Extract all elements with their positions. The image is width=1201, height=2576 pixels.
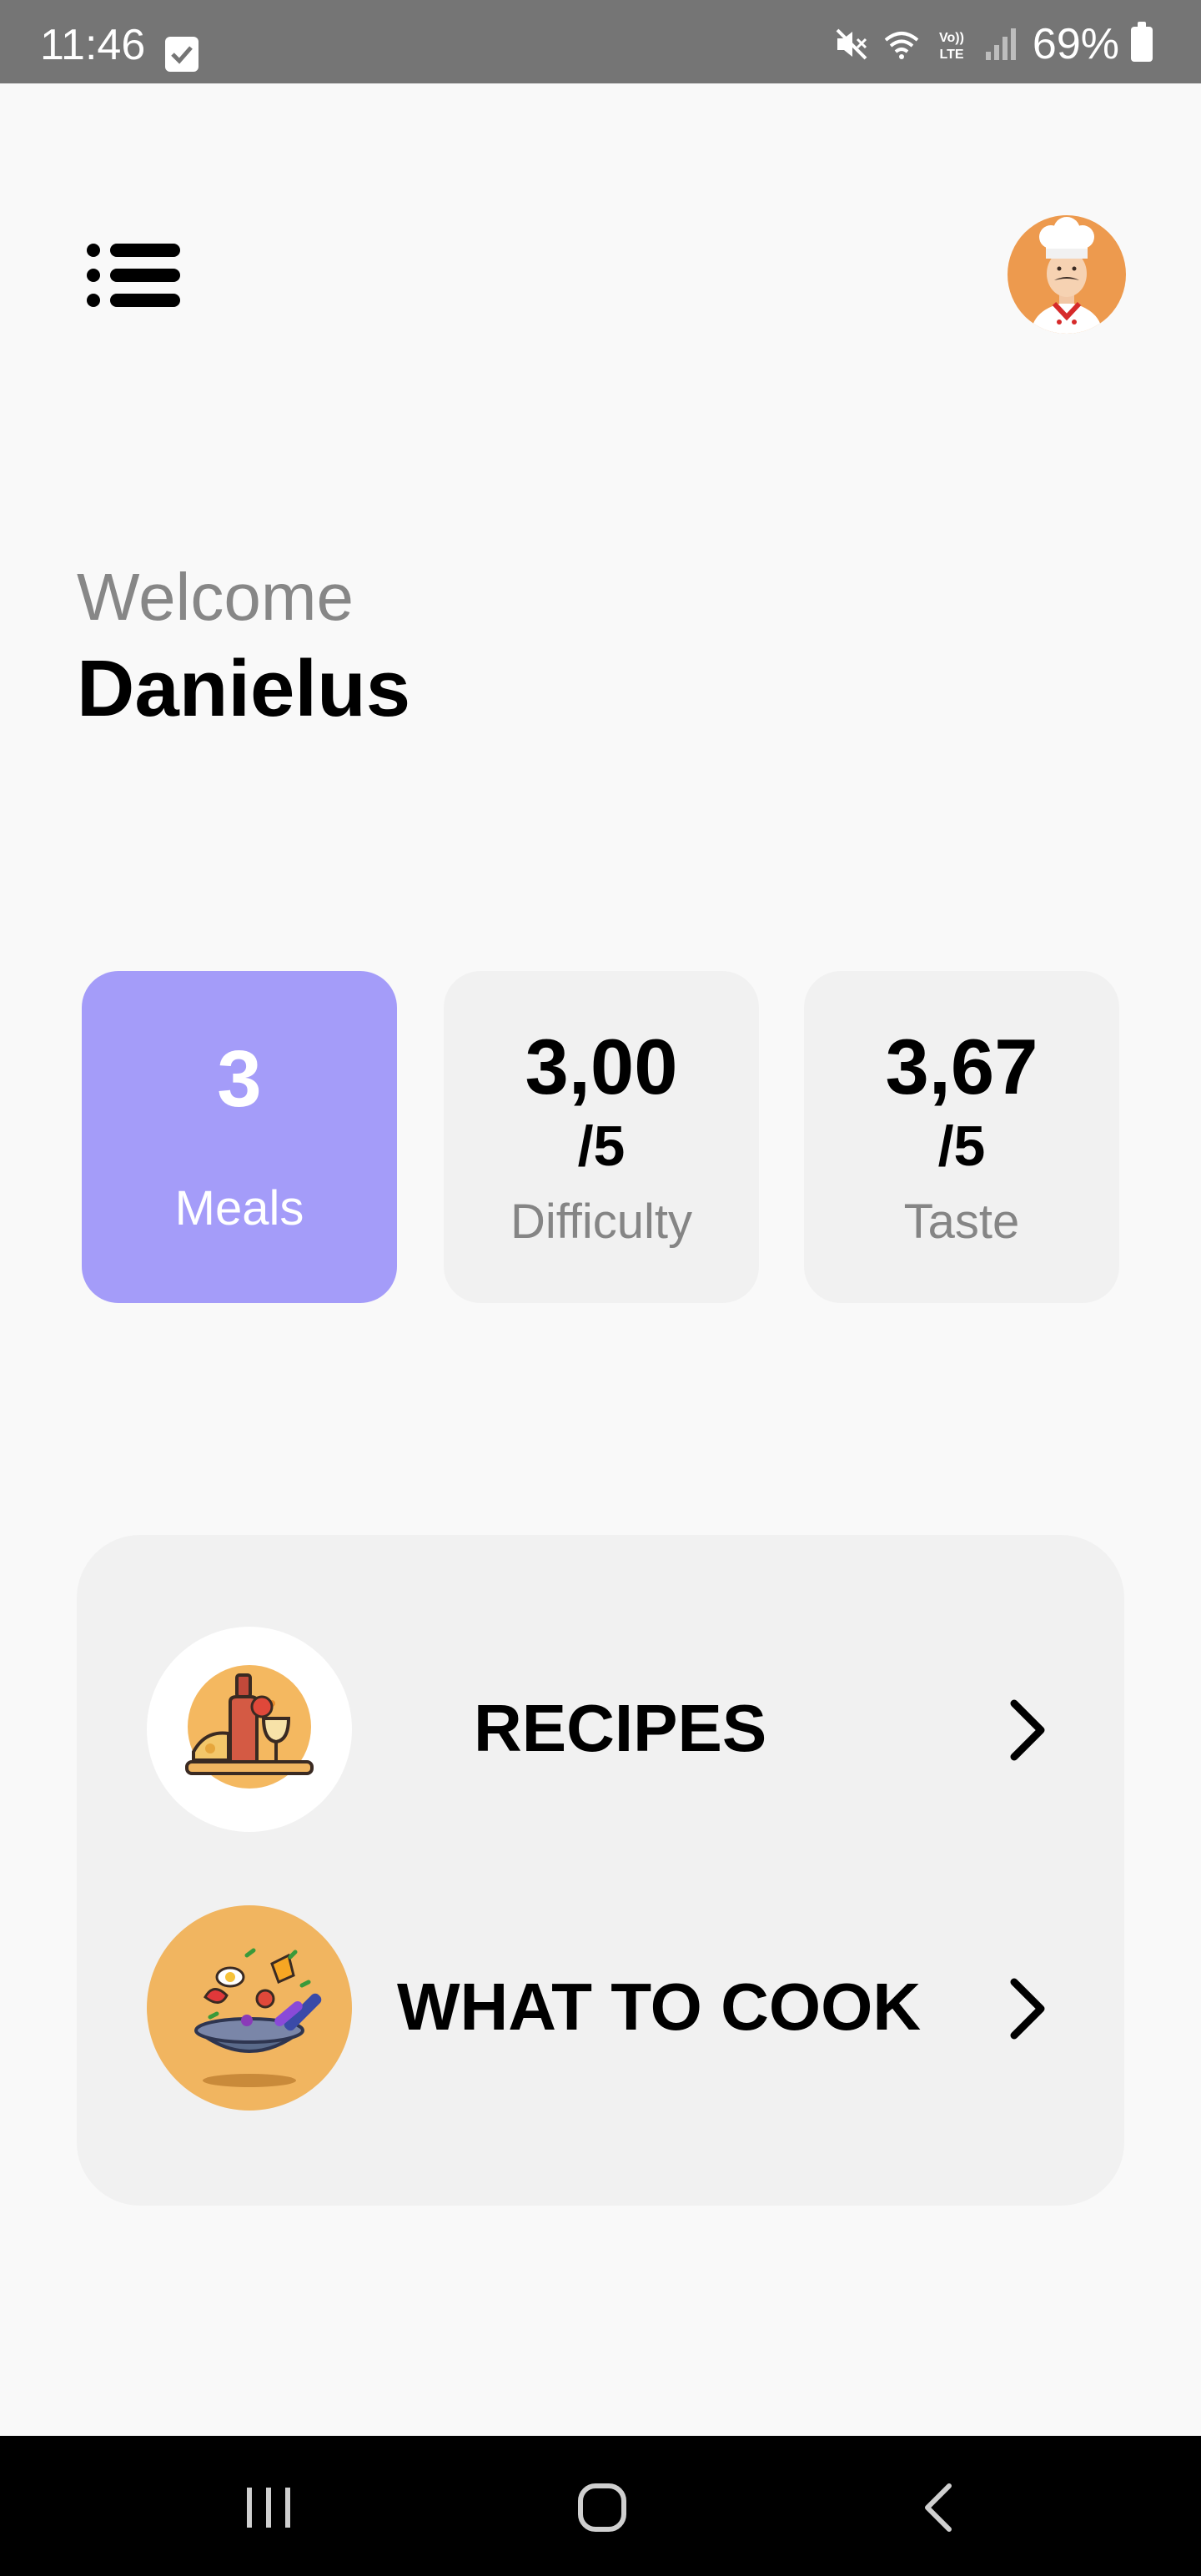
difficulty-label: Difficulty	[510, 1195, 693, 1249]
difficulty-stat-card[interactable]: 3,00 /5 Difficulty	[444, 971, 759, 1303]
system-nav-bar	[0, 2436, 1201, 2576]
mute-icon	[836, 28, 867, 60]
status-bar: 11:46 Vo)) LTE 69%	[0, 0, 1201, 83]
taste-value: 3,67	[885, 1023, 1038, 1110]
svg-text:LTE: LTE	[939, 48, 963, 62]
what-to-cook-label: WHAT TO COOK	[397, 1970, 922, 2044]
svg-text:Vo)): Vo))	[939, 31, 964, 45]
status-indicators: Vo)) LTE 69%	[832, 20, 1153, 68]
volte-icon: Vo)) LTE	[939, 31, 964, 62]
meals-count: 3	[217, 1034, 262, 1124]
meals-label: Meals	[174, 1181, 304, 1235]
taste-scale: /5	[937, 1114, 986, 1178]
menu-button[interactable]	[87, 242, 180, 309]
what-to-cook-button[interactable]: WHAT TO COOK	[77, 1905, 1124, 2114]
back-icon[interactable]	[917, 2481, 959, 2534]
recipes-button[interactable]: RECIPES	[77, 1627, 1124, 1835]
home-icon[interactable]	[575, 2481, 629, 2534]
recipes-label: RECIPES	[474, 1691, 767, 1765]
recents-icon[interactable]	[242, 2481, 295, 2534]
signal-icon	[985, 28, 1016, 60]
battery-percent: 69%	[1032, 20, 1119, 68]
taste-stat-card[interactable]: 3,67 /5 Taste	[804, 971, 1119, 1303]
chevron-right-icon	[1010, 1978, 1045, 2040]
wifi-icon	[884, 32, 919, 59]
pan-illustration	[147, 1905, 352, 2111]
battery-icon	[1131, 22, 1153, 62]
chef-avatar[interactable]	[1008, 215, 1126, 334]
actions-panel: RECIPES WHAT TO COOK	[77, 1535, 1124, 2206]
welcome-label: Welcome	[77, 560, 354, 634]
checkbox-notification-icon	[165, 37, 198, 72]
chevron-right-icon	[1010, 1699, 1045, 1761]
taste-label: Taste	[903, 1195, 1020, 1249]
meals-stat-card[interactable]: 3 Meals	[82, 971, 397, 1303]
difficulty-value: 3,00	[525, 1023, 678, 1110]
recipes-illustration	[147, 1627, 352, 1832]
status-time: 11:46	[40, 21, 146, 69]
user-name: Danielus	[77, 644, 411, 733]
difficulty-scale: /5	[577, 1114, 626, 1178]
